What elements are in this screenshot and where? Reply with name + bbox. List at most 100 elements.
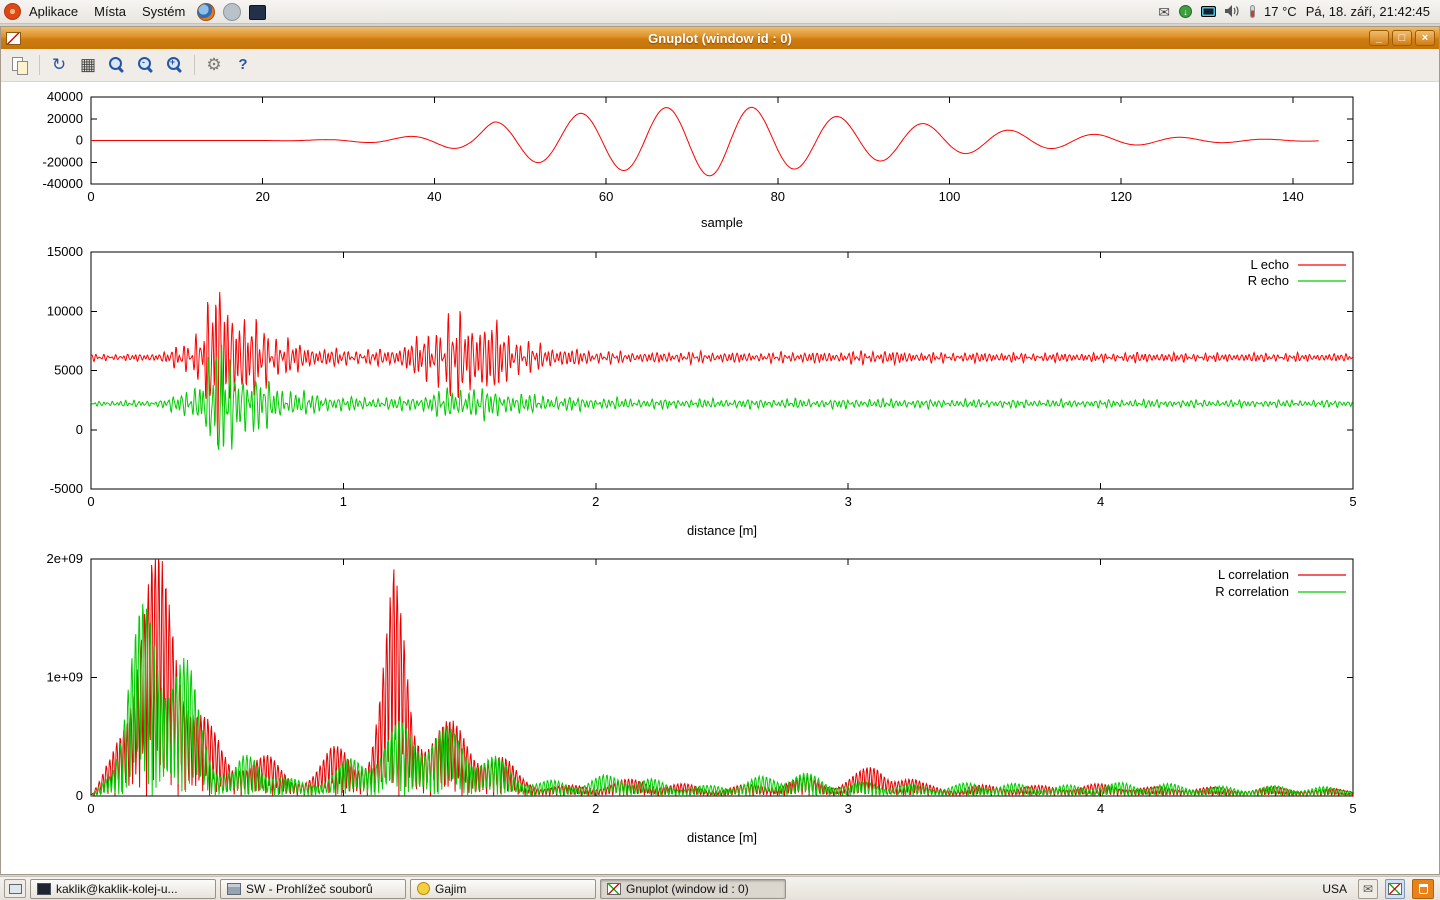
svg-text:L correlation: L correlation <box>1218 567 1289 582</box>
plots-svg: 020406080100120140-40000-200000200004000… <box>1 82 1439 874</box>
svg-text:100: 100 <box>939 189 961 204</box>
svg-text:3: 3 <box>845 801 852 816</box>
terminal-launcher-icon[interactable] <box>249 5 266 20</box>
svg-text:0: 0 <box>87 494 94 509</box>
taskbar-status-area: USA ✉ <box>1318 879 1436 899</box>
svg-text:5: 5 <box>1349 801 1356 816</box>
thermometer-icon <box>1250 5 1255 18</box>
svg-text:5: 5 <box>1349 494 1356 509</box>
svg-text:0: 0 <box>87 801 94 816</box>
display-applet-icon[interactable] <box>1201 6 1216 17</box>
task-label: SW - Prohlížeč souborů <box>246 882 373 896</box>
svg-text:-20000: -20000 <box>43 154 83 169</box>
svg-text:R correlation: R correlation <box>1215 584 1289 599</box>
menu-applications-label: Aplikace <box>29 4 78 19</box>
firefox-launcher-icon[interactable] <box>197 3 215 21</box>
keyboard-layout-indicator[interactable]: USA <box>1318 882 1351 896</box>
window-icon[interactable] <box>6 32 21 45</box>
volume-icon[interactable] <box>1225 0 1241 24</box>
minimize-button[interactable]: _ <box>1369 30 1389 46</box>
window-controls: _ □ × <box>1366 30 1435 46</box>
gnuplot-toolbar: ↻ ▦ - + ⚙ ? <box>1 49 1439 82</box>
svg-text:40000: 40000 <box>47 89 83 104</box>
toolbar-separator <box>194 55 195 75</box>
zoom-icon[interactable] <box>107 55 127 75</box>
svg-text:-5000: -5000 <box>50 481 83 496</box>
task-label: Gnuplot (window id : 0) <box>626 882 749 896</box>
maximize-button[interactable]: □ <box>1392 30 1412 46</box>
panel-status-area: ✉ ↓ 17 °C Pá, 18. září, 21:42:45 <box>1158 0 1440 24</box>
show-desktop-button[interactable] <box>4 879 26 898</box>
menu-places-label: Místa <box>94 4 126 19</box>
svg-text:40: 40 <box>427 189 441 204</box>
desktop-icon <box>9 884 22 894</box>
svg-text:-40000: -40000 <box>43 176 83 191</box>
zoom-in-icon[interactable]: + <box>165 55 185 75</box>
task-label: kaklik@kaklik-kolej-u... <box>56 882 178 896</box>
svg-text:4: 4 <box>1097 494 1104 509</box>
help-launcher-icon[interactable] <box>223 3 241 21</box>
task-button-gnuplot[interactable]: Gnuplot (window id : 0) <box>600 879 786 899</box>
svg-text:10000: 10000 <box>47 303 83 318</box>
svg-text:1: 1 <box>340 801 347 816</box>
svg-text:2: 2 <box>592 494 599 509</box>
taskbar: kaklik@kaklik-kolej-u... SW - Prohlížeč … <box>0 876 1440 900</box>
svg-text:distance [m]: distance [m] <box>687 830 757 845</box>
trash-icon <box>1419 884 1428 894</box>
clock-label[interactable]: Pá, 18. září, 21:42:45 <box>1306 4 1430 19</box>
zoom-out-icon[interactable]: - <box>136 55 156 75</box>
svg-text:0: 0 <box>76 788 83 803</box>
temperature-label[interactable]: 17 °C <box>1264 4 1297 19</box>
task-button-terminal[interactable]: kaklik@kaklik-kolej-u... <box>30 879 216 899</box>
menu-system-label: Systém <box>142 4 185 19</box>
gnuplot-icon <box>607 883 621 895</box>
window-titlebar[interactable]: Gnuplot (window id : 0) _ □ × <box>1 27 1439 49</box>
file-manager-icon <box>227 883 241 895</box>
terminal-icon <box>37 883 51 895</box>
close-button[interactable]: × <box>1415 30 1435 46</box>
svg-text:60: 60 <box>599 189 613 204</box>
svg-text:distance [m]: distance [m] <box>687 523 757 538</box>
grid-icon[interactable]: ▦ <box>78 55 98 75</box>
svg-text:15000: 15000 <box>47 244 83 259</box>
mail-notification-icon[interactable]: ✉ <box>1158 0 1170 24</box>
svg-text:L echo: L echo <box>1250 257 1289 272</box>
update-applet-icon[interactable]: ↓ <box>1179 5 1192 18</box>
svg-text:1e+09: 1e+09 <box>46 670 83 685</box>
toolbar-separator <box>39 55 40 75</box>
svg-text:20: 20 <box>255 189 269 204</box>
svg-text:80: 80 <box>771 189 785 204</box>
svg-text:140: 140 <box>1282 189 1304 204</box>
svg-text:0: 0 <box>87 189 94 204</box>
svg-text:120: 120 <box>1110 189 1132 204</box>
svg-text:0: 0 <box>76 133 83 148</box>
menu-places[interactable]: Místa <box>86 0 134 23</box>
svg-text:2e+09: 2e+09 <box>46 551 83 566</box>
svg-text:3: 3 <box>845 494 852 509</box>
task-label: Gajim <box>435 882 466 896</box>
gnuplot-mini-icon <box>1388 883 1402 895</box>
help-icon[interactable]: ? <box>233 55 253 75</box>
trash-applet[interactable] <box>1412 879 1434 899</box>
svg-text:sample: sample <box>701 215 743 230</box>
gnuplot-window: Gnuplot (window id : 0) _ □ × ↻ ▦ - + ⚙ … <box>0 26 1440 875</box>
svg-text:20000: 20000 <box>47 111 83 126</box>
refresh-icon[interactable]: ↻ <box>49 55 69 75</box>
svg-text:R echo: R echo <box>1248 273 1289 288</box>
task-button-gajim[interactable]: Gajim <box>410 879 596 899</box>
menu-applications[interactable]: Aplikace <box>21 0 86 23</box>
menu-system[interactable]: Systém <box>134 0 193 23</box>
ubuntu-logo-icon[interactable] <box>4 3 21 20</box>
svg-text:5000: 5000 <box>54 363 83 378</box>
window-title: Gnuplot (window id : 0) <box>1 31 1439 46</box>
plot-canvas[interactable]: 020406080100120140-40000-200000200004000… <box>1 82 1439 874</box>
copy-icon[interactable] <box>10 55 30 75</box>
chart-applet-icon[interactable] <box>1385 879 1405 899</box>
mail-applet-icon[interactable]: ✉ <box>1358 879 1378 899</box>
gajim-icon <box>417 882 430 895</box>
task-button-file-manager[interactable]: SW - Prohlížeč souborů <box>220 879 406 899</box>
svg-text:0: 0 <box>76 422 83 437</box>
gnome-top-panel: Aplikace Místa Systém ✉ ↓ 17 °C Pá, 18. … <box>0 0 1440 24</box>
svg-text:1: 1 <box>340 494 347 509</box>
settings-icon[interactable]: ⚙ <box>204 55 224 75</box>
